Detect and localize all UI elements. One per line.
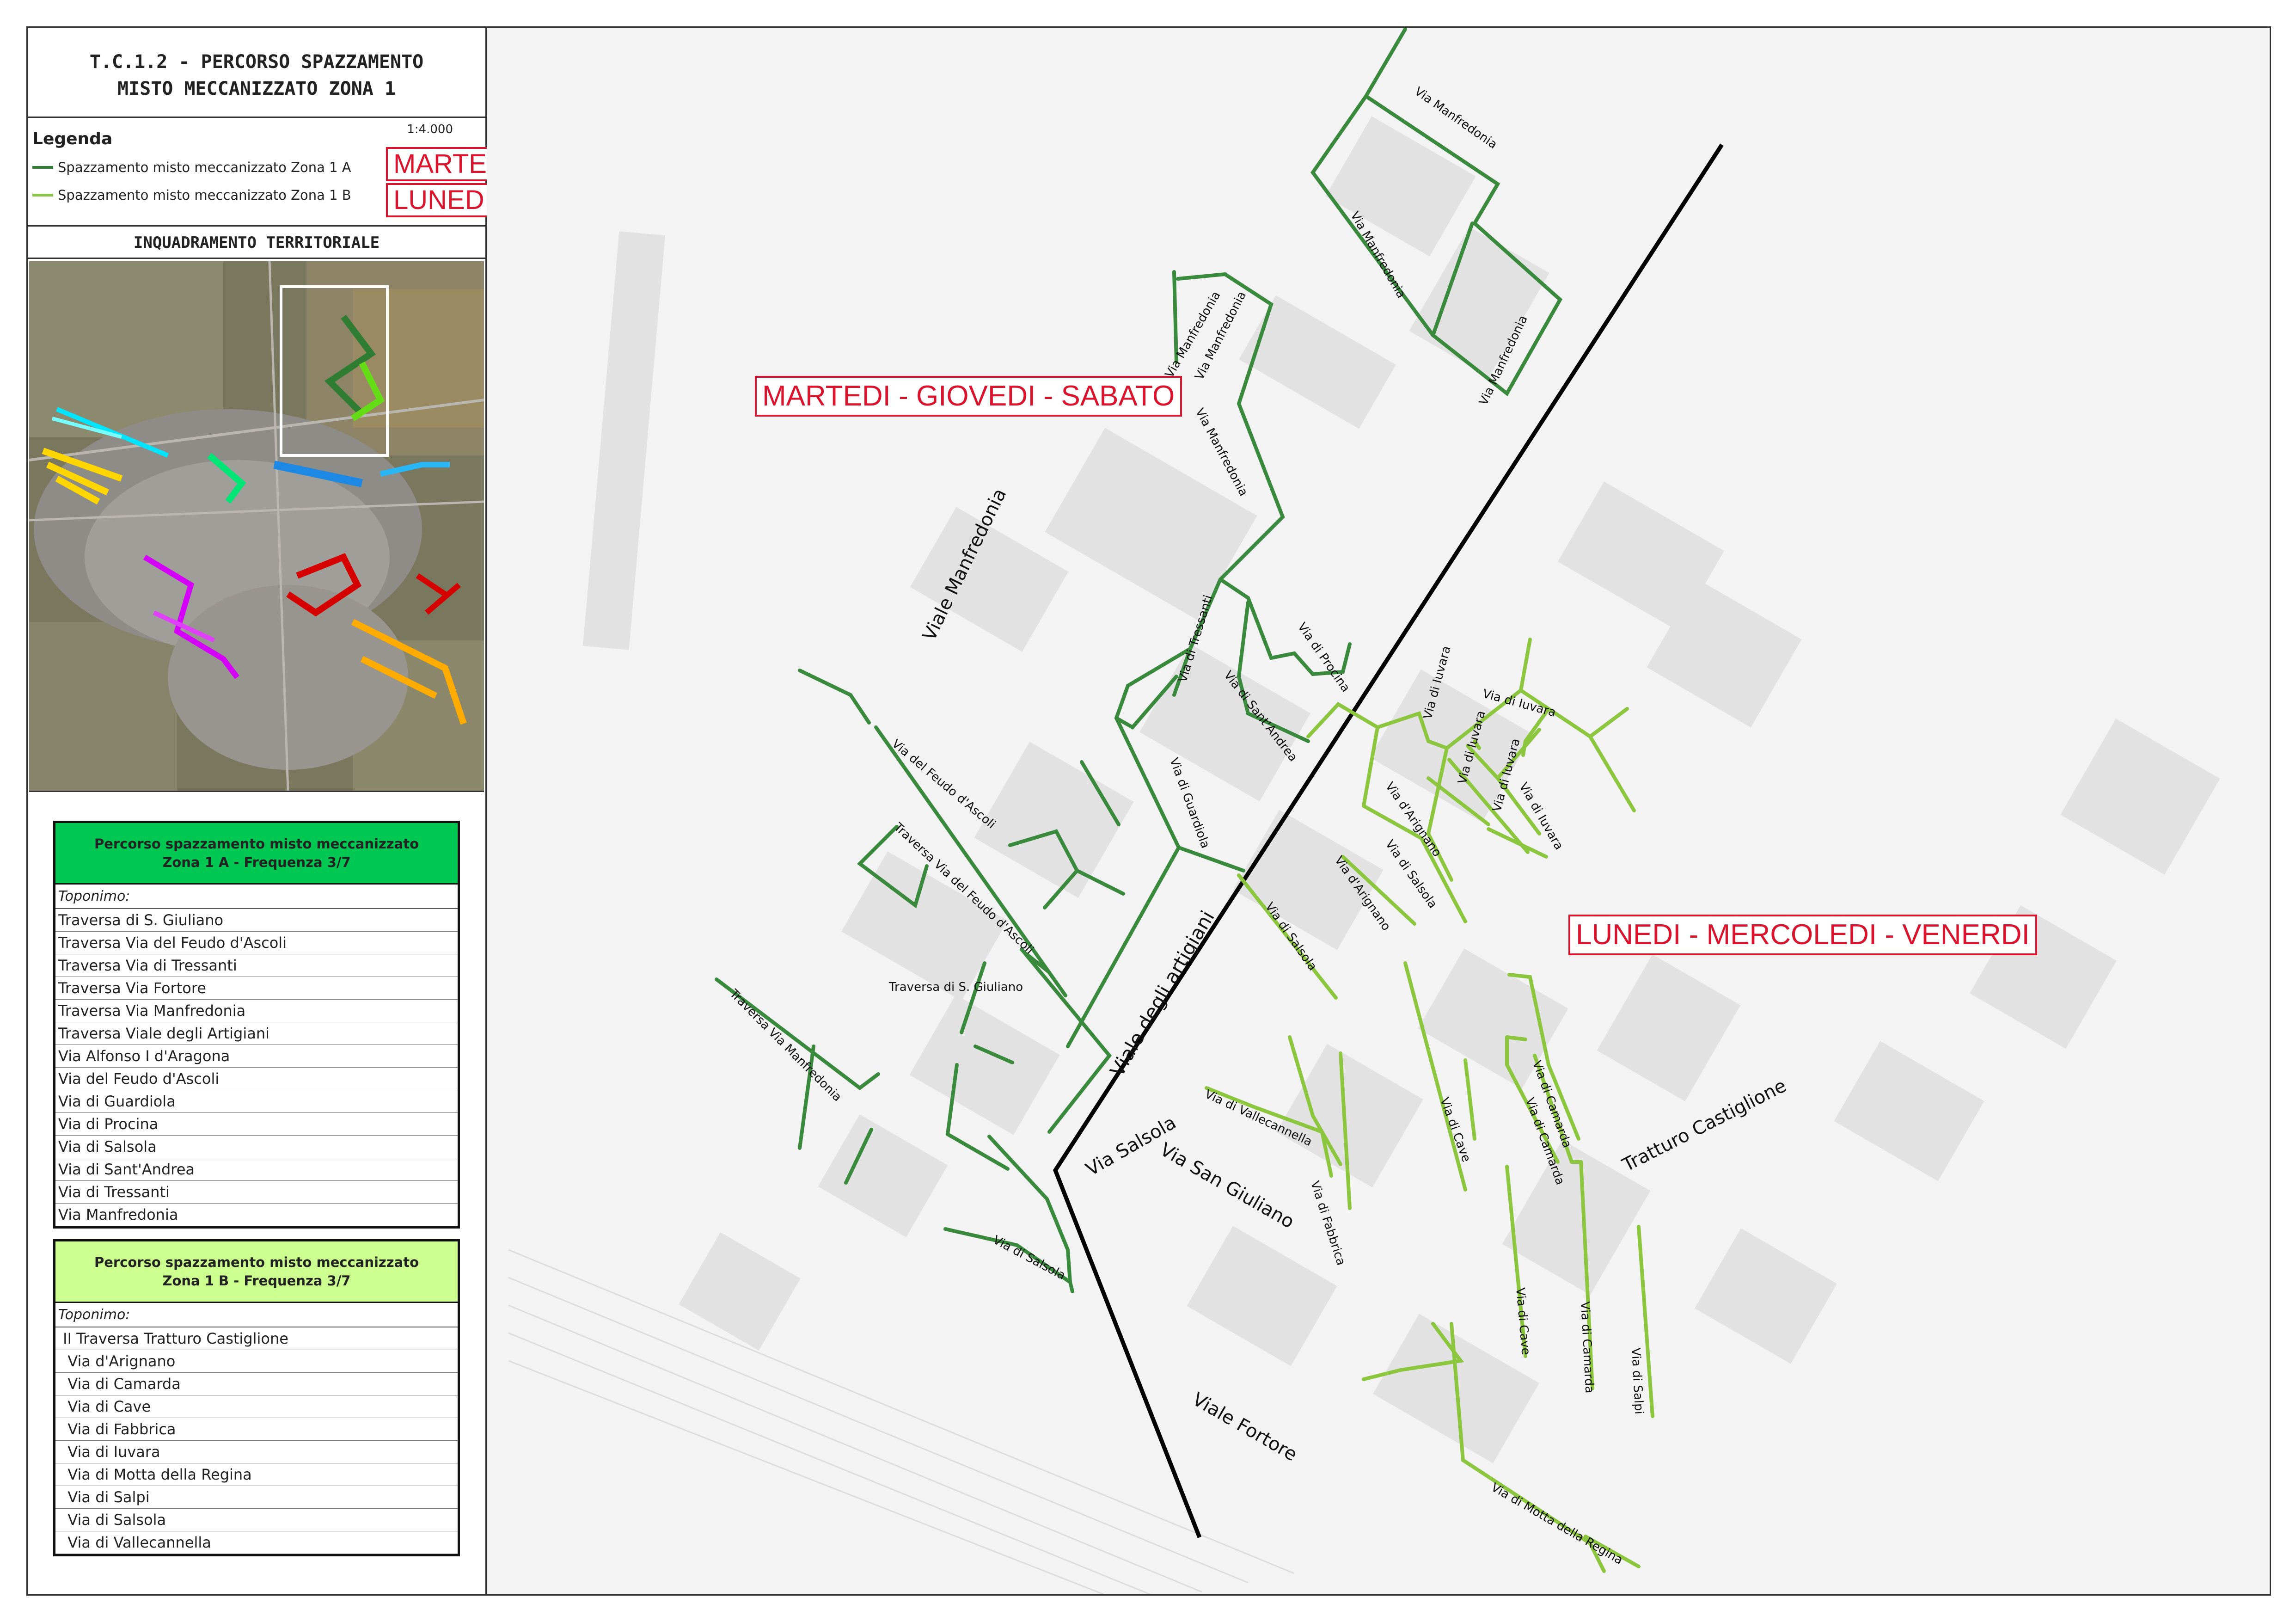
zone-b-table-header: Percorso spazzamento misto meccanizzato … — [55, 1241, 458, 1303]
street-row: Traversa Via Manfredonia — [55, 1000, 458, 1022]
street-row: Via di Procina — [55, 1113, 458, 1136]
title-line1: T.C.1.2 - PERCORSO SPAZZAMENTO — [89, 51, 424, 73]
map-callout-zone-a: MARTEDI - GIOVEDI - SABATO — [755, 376, 1182, 417]
street-row: Via di Guardiola — [55, 1090, 458, 1113]
street-row: Via di Sant'Andrea — [55, 1158, 458, 1181]
street-row: Via di Vallecannella — [55, 1531, 458, 1554]
zone-a-street-list: Traversa di S. Giuliano Traversa Via del … — [55, 909, 458, 1226]
street-row: Traversa Viale degli Artigiani — [55, 1022, 458, 1045]
scale-label: 1:4.000 — [407, 123, 453, 136]
zone-a-table: Percorso spazzamento misto meccanizzato … — [53, 821, 460, 1229]
map-title: T.C.1.2 - PERCORSO SPAZZAMENTO MISTO MEC… — [28, 28, 485, 118]
zone-b-heading-line1: Percorso spazzamento misto meccanizzato — [94, 1254, 419, 1270]
sidebar: T.C.1.2 - PERCORSO SPAZZAMENTO MISTO MEC… — [26, 26, 487, 1596]
street-row: Traversa Via Fortore — [55, 977, 458, 1000]
street-row: Via di Cave — [55, 1395, 458, 1418]
street-row: Via di Camarda — [55, 1373, 458, 1395]
zone-b-table: Percorso spazzamento misto meccanizzato … — [53, 1239, 460, 1556]
zone-b-heading-line2: Zona 1 B - Frequenza 3/7 — [162, 1273, 351, 1289]
street-row: Via di Tressanti — [55, 1181, 458, 1204]
title-line2: MISTO MECCANIZZATO ZONA 1 — [117, 78, 396, 99]
legend-label-zone-a: Spazzamento misto meccanizzato Zona 1 A — [58, 160, 351, 175]
street-row: Via di Salsola — [55, 1509, 458, 1531]
legend-item-zone-b: Spazzamento misto meccanizzato Zona 1 B — [32, 187, 351, 203]
zone-a-heading-line1: Percorso spazzamento misto meccanizzato — [94, 836, 419, 852]
inquadramento-heading: INQUADRAMENTO TERRITORIALE — [28, 227, 485, 259]
legend-swatch-zone-a — [32, 166, 53, 169]
legend-label-zone-b: Spazzamento misto meccanizzato Zona 1 B — [58, 187, 351, 203]
street-row: Via di Salsola — [55, 1136, 458, 1158]
legend-heading: Legenda — [32, 129, 113, 148]
street-row: Traversa di S. Giuliano — [55, 909, 458, 932]
overview-aerial-map — [29, 261, 484, 792]
street-row: Traversa Via di Tressanti — [55, 954, 458, 977]
zone-a-heading-line2: Zona 1 A - Frequenza 3/7 — [162, 854, 351, 870]
overview-map-svg — [29, 261, 484, 791]
street-row: Via di Motta della Regina — [55, 1463, 458, 1486]
street-row: Via di Salpi — [55, 1486, 458, 1509]
legend-swatch-zone-b — [32, 194, 53, 197]
street-row: Traversa Via del Feudo d'Ascoli — [55, 932, 458, 954]
label-trav-sgiuliano: Traversa di S. Giuliano — [889, 980, 1023, 994]
street-row: Via Alfonso I d'Aragona — [55, 1045, 458, 1068]
street-row: Via Manfredonia — [55, 1204, 458, 1226]
legend-item-zone-a: Spazzamento misto meccanizzato Zona 1 A — [32, 160, 351, 175]
street-row: Via di Iuvara — [55, 1441, 458, 1463]
zone-a-table-header: Percorso spazzamento misto meccanizzato … — [55, 823, 458, 885]
zone-b-street-list: II Traversa Tratturo Castiglione Via d'A… — [55, 1327, 458, 1554]
street-row: Via d'Arignano — [55, 1350, 458, 1373]
map-callout-zone-b: LUNEDI - MERCOLEDI - VENERDI — [1568, 915, 2037, 955]
street-row: Via del Feudo d'Ascoli — [55, 1068, 458, 1090]
main-map: MARTEDI - GIOVEDI - SABATO LUNEDI - MERC… — [487, 26, 2271, 1596]
street-row: II Traversa Tratturo Castiglione — [55, 1327, 458, 1350]
zone-a-toponimo-label: Toponimo: — [55, 885, 458, 909]
zone-b-toponimo-label: Toponimo: — [55, 1303, 458, 1327]
street-row: Via di Fabbrica — [55, 1418, 458, 1441]
